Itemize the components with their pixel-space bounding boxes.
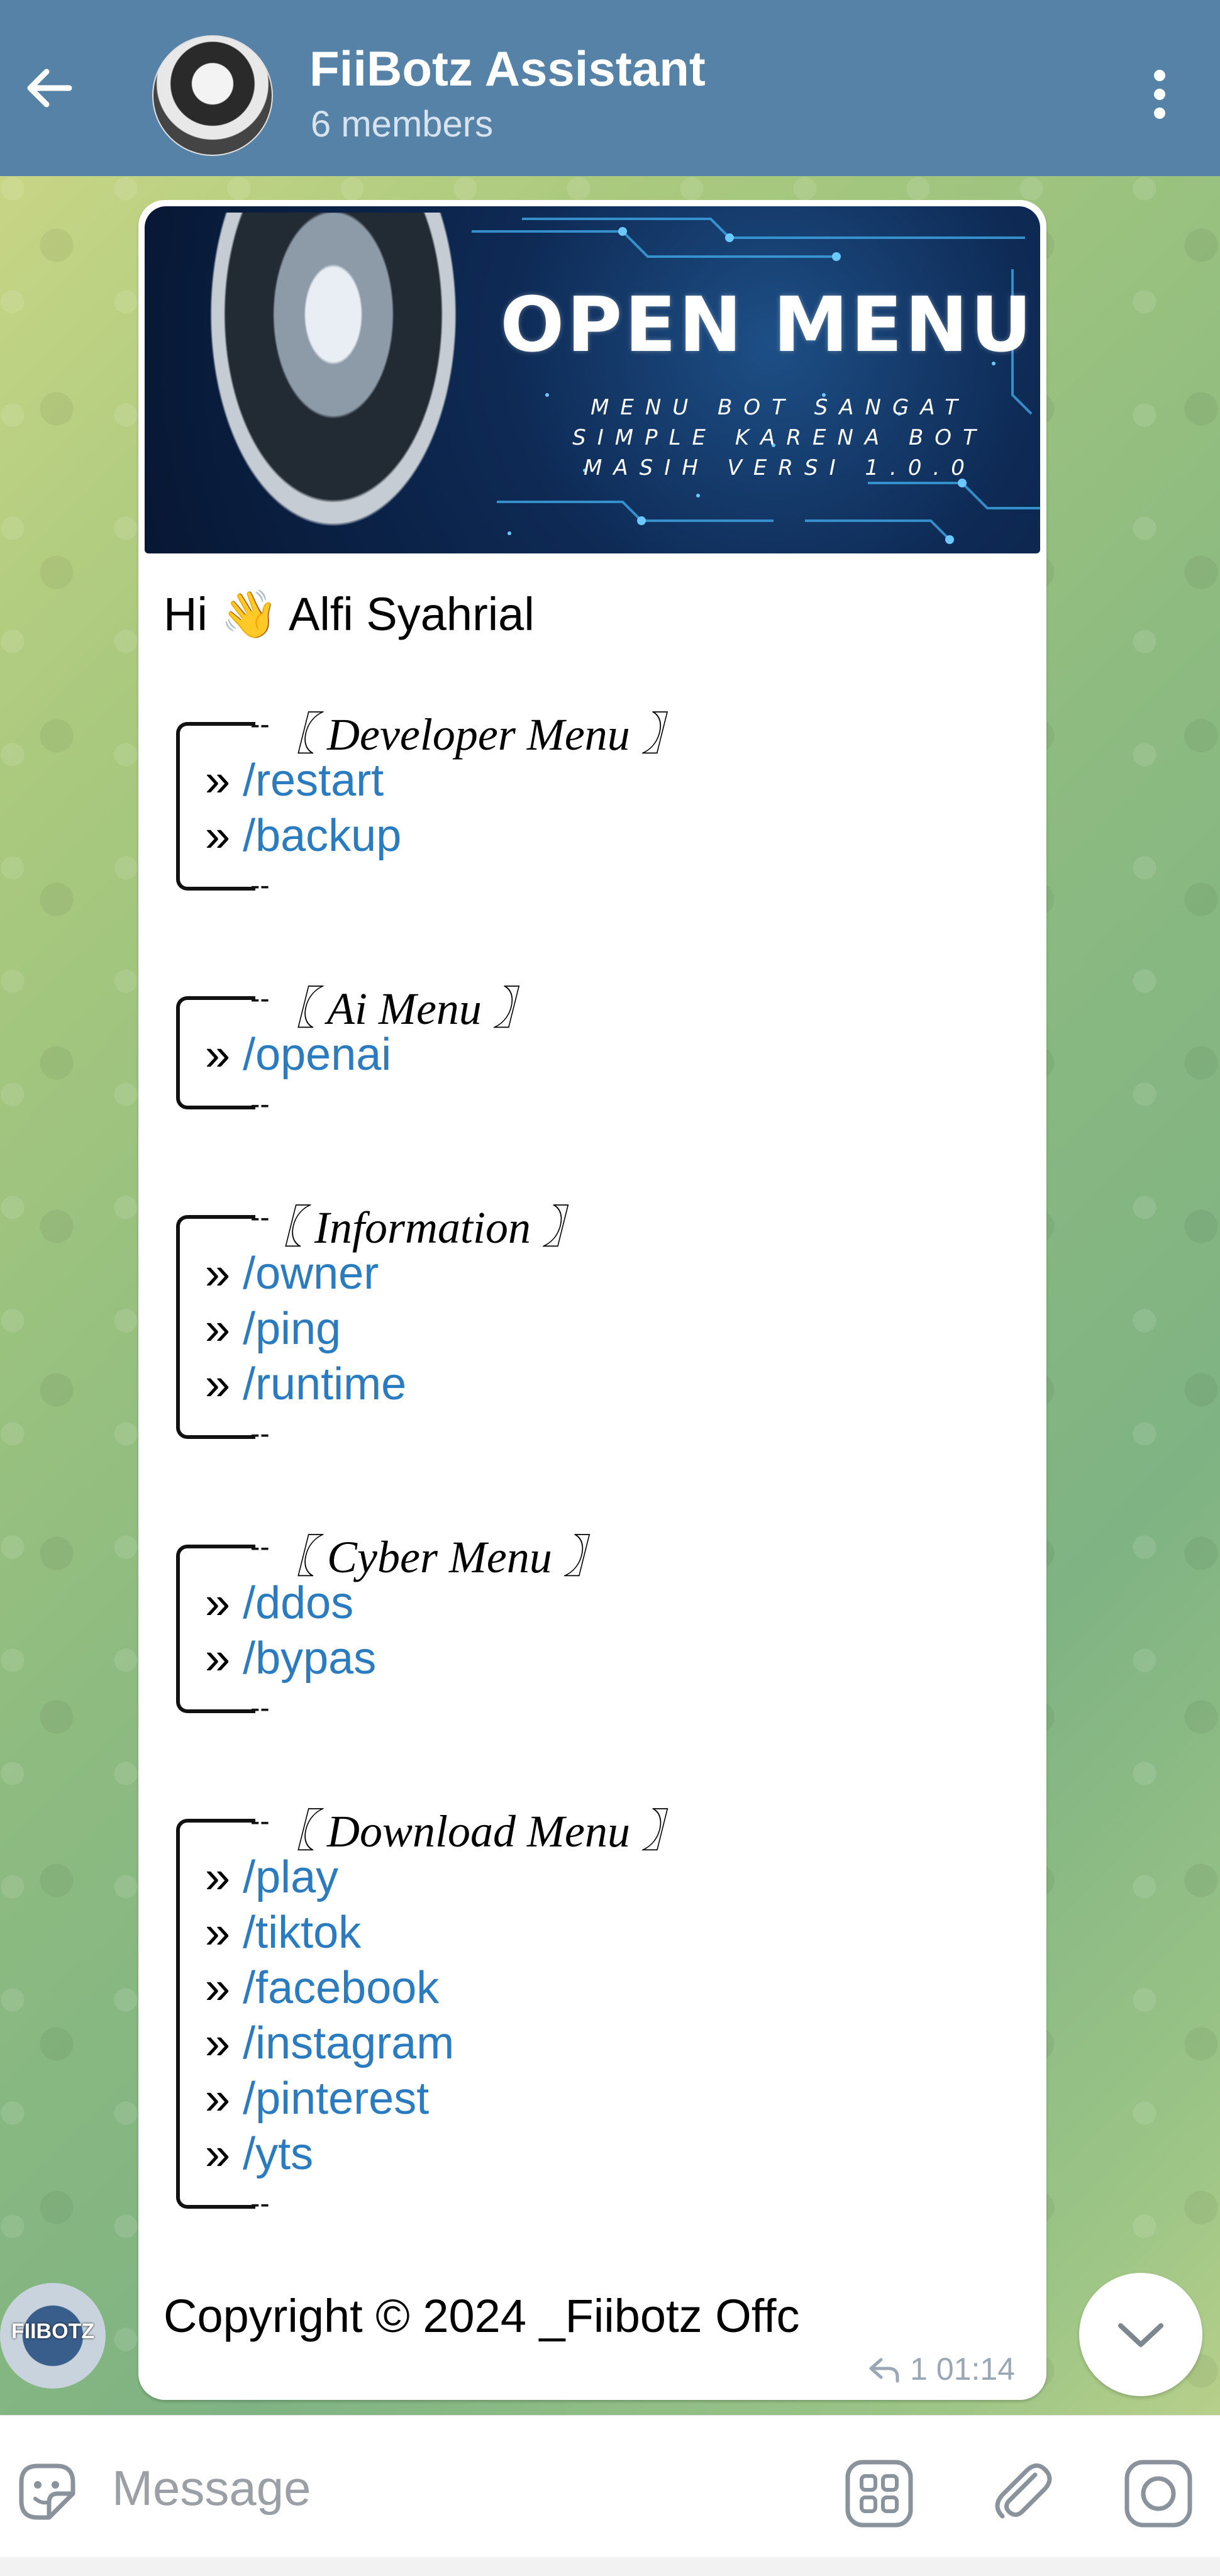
chevron-down-icon	[1118, 2323, 1163, 2347]
command-row: » /owner	[205, 1248, 379, 1299]
bracket-dash: --	[250, 1691, 270, 1724]
command-row: » /restart	[205, 755, 384, 806]
sticker-icon	[19, 2463, 75, 2520]
menu-section-information: -- -- 〖 Information 〗 » /owner » /ping »…	[176, 1190, 931, 1454]
reply-icon	[869, 2358, 899, 2383]
command-link[interactable]: /play	[243, 1852, 338, 1902]
message-bubble[interactable]: OPEN MENU MENU BOT SANGAT SIMPLE KARENA …	[138, 200, 1046, 2400]
chat-header: FiiBotz Assistant 6 members	[0, 0, 1220, 176]
command-row: » /bypas	[205, 1633, 376, 1684]
command-link[interactable]: /backup	[243, 811, 401, 861]
command-link[interactable]: /owner	[243, 1248, 379, 1299]
section-title: 〖 Developer Menu 〗	[270, 709, 687, 760]
message-composer	[0, 2415, 1220, 2558]
section-title: 〖 Download Menu 〗	[270, 1806, 687, 1857]
menu-section-developer: -- -- 〖 Developer Menu 〗 » /restart » /b…	[176, 697, 931, 911]
command-row: » /yts	[205, 2128, 313, 2180]
bracket-dash: --	[250, 869, 270, 901]
bracket-dash: --	[250, 1417, 270, 1450]
bot-avatar[interactable]: FIIBOTZ	[0, 2283, 106, 2389]
command-link[interactable]: /ddos	[243, 1578, 353, 1628]
camera-icon	[1124, 2460, 1192, 2528]
banner-title: OPEN MENU	[500, 282, 1034, 369]
system-nav-strip	[0, 2557, 1220, 2576]
bot-avatar-logo: FIIBOTZ	[11, 2319, 95, 2343]
more-vertical-icon	[1154, 70, 1165, 119]
command-link[interactable]: /facebook	[243, 1963, 439, 2013]
attach-icon	[995, 2463, 1052, 2519]
bullet: »	[205, 1030, 231, 1080]
command-row: » /pinterest	[205, 2073, 429, 2124]
bot-commands-icon	[845, 2460, 913, 2528]
group-avatar[interactable]	[152, 35, 273, 156]
bullet: »	[205, 1852, 231, 1902]
command-row: » /tiktok	[205, 1907, 361, 1958]
menu-section-cyber: -- -- 〖 Cyber Menu 〗 » /ddos » /bypas	[176, 1519, 931, 1733]
camera-button[interactable]	[1122, 2457, 1195, 2530]
bullet: »	[205, 755, 231, 806]
bullet: »	[205, 811, 231, 861]
bot-commands-button[interactable]	[843, 2457, 916, 2530]
section-bracket	[176, 722, 255, 891]
banner-subtitle-line: SIMPLE KARENA BOT	[572, 425, 987, 450]
bracket-dash: --	[250, 982, 270, 1014]
sticker-button[interactable]	[13, 2457, 82, 2526]
command-link[interactable]: /tiktok	[243, 1907, 361, 1958]
command-row: » /openai	[205, 1029, 391, 1080]
bracket-dash: --	[250, 708, 270, 740]
copyright-text: Copyright © 2024 _Fiibotz Offc	[164, 2290, 800, 2342]
command-link[interactable]: /runtime	[243, 1359, 406, 1409]
bullet: »	[205, 2018, 231, 2068]
section-title: 〖 Cyber Menu 〗	[270, 1532, 609, 1582]
command-row: » /instagram	[205, 2018, 454, 2069]
message-meta: 1 01:14	[867, 2351, 1015, 2387]
bullet: »	[205, 2074, 231, 2124]
command-row: » /play	[205, 1852, 338, 1903]
command-row: » /ddos	[205, 1577, 353, 1629]
member-count: 6 members	[311, 104, 494, 145]
arrow-left-icon	[27, 69, 72, 108]
chat-title[interactable]: FiiBotz Assistant	[309, 40, 706, 97]
bullet: »	[205, 1359, 231, 1409]
reply-count[interactable]: 1	[910, 2351, 928, 2387]
bullet: »	[205, 1304, 231, 1354]
command-row: » /backup	[205, 810, 401, 862]
command-row: » /ping	[205, 1303, 341, 1355]
command-link[interactable]: /openai	[243, 1030, 391, 1080]
section-title: 〖 Information 〗	[258, 1202, 588, 1253]
message-time: 01:14	[936, 2351, 1015, 2387]
armored-character-art	[195, 213, 472, 552]
command-link[interactable]: /bypas	[243, 1633, 376, 1684]
command-link[interactable]: /pinterest	[243, 2074, 429, 2124]
scroll-down-button[interactable]	[1079, 2273, 1202, 2396]
bracket-dash: --	[250, 1804, 270, 1837]
back-button[interactable]	[18, 57, 80, 119]
banner-subtitle-line: MASIH VERSI 1.0.0	[584, 455, 976, 480]
menu-section-download: -- -- 〖 Download Menu 〗 » /play » /tikto…	[176, 1794, 931, 2234]
bracket-dash: --	[250, 2187, 270, 2219]
attach-button[interactable]	[985, 2453, 1060, 2529]
bullet: »	[205, 1963, 231, 2013]
command-link[interactable]: /restart	[243, 755, 384, 806]
message-input[interactable]	[111, 2448, 805, 2528]
command-link[interactable]: /yts	[243, 2129, 313, 2179]
command-link[interactable]: /instagram	[243, 2018, 454, 2068]
bracket-dash: --	[250, 1530, 270, 1563]
bullet: »	[205, 2129, 231, 2179]
menu-section-ai: -- -- 〖 Ai Menu 〗 » /openai	[176, 971, 931, 1135]
bracket-dash: --	[250, 1087, 270, 1120]
command-row: » /runtime	[205, 1358, 406, 1410]
banner-image[interactable]: OPEN MENU MENU BOT SANGAT SIMPLE KARENA …	[145, 206, 1040, 553]
section-bracket	[176, 1545, 255, 1713]
greeting-text: Hi 👋 Alfi Syahrial	[164, 588, 535, 640]
more-menu-button[interactable]	[1132, 63, 1182, 126]
section-title: 〖 Ai Menu 〗	[270, 984, 538, 1034]
bullet: »	[205, 1907, 231, 1958]
bullet: »	[205, 1633, 231, 1684]
command-row: » /facebook	[205, 1962, 439, 2014]
banner-subtitle-line: MENU BOT SANGAT	[591, 395, 969, 420]
command-link[interactable]: /ping	[243, 1304, 341, 1354]
bullet: »	[205, 1578, 231, 1628]
bullet: »	[205, 1248, 231, 1299]
